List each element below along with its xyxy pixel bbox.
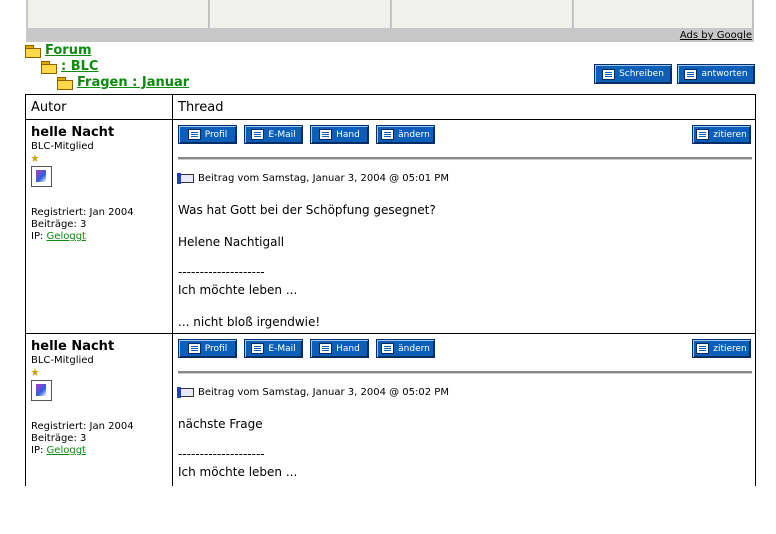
ad-slot[interactable] bbox=[28, 0, 209, 28]
quote-icon bbox=[696, 343, 710, 354]
button-label: Profil bbox=[204, 343, 228, 354]
speech-bubble-icon bbox=[684, 68, 698, 80]
zitieren-button[interactable]: zitieren bbox=[692, 125, 751, 144]
hand-button[interactable]: Hand bbox=[310, 339, 369, 358]
button-label: Schreiben bbox=[619, 69, 664, 79]
ads-by-google-link[interactable]: Ads by Google bbox=[680, 30, 752, 41]
signature-separator: -------------------- bbox=[178, 265, 265, 279]
hand-button[interactable]: Hand bbox=[310, 125, 369, 144]
quote-icon bbox=[696, 129, 710, 140]
aendern-button[interactable]: ändern bbox=[376, 125, 435, 144]
antworten-button[interactable]: antworten bbox=[677, 64, 755, 84]
ip-label: IP: bbox=[31, 445, 44, 456]
button-label: E-Mail bbox=[268, 343, 296, 354]
ad-slot[interactable] bbox=[210, 0, 391, 28]
folder-icon bbox=[41, 60, 57, 74]
schreiben-button[interactable]: Schreiben bbox=[594, 64, 672, 84]
posts-count-text: Beiträge: 3 bbox=[31, 219, 87, 230]
button-label: Profil bbox=[204, 129, 228, 140]
signature-line: Ich möchte leben ... bbox=[178, 283, 298, 297]
registered-text: Registriert: Jan 2004 bbox=[31, 207, 134, 218]
signature-line: ... nicht bloß irgendwie! bbox=[178, 315, 321, 329]
button-label: ändern bbox=[398, 129, 430, 140]
registered-text: Registriert: Jan 2004 bbox=[31, 421, 134, 432]
button-label: Hand bbox=[336, 343, 360, 354]
post-date: Beitrag vom Samstag, Januar 3, 2004 @ 05… bbox=[177, 173, 449, 184]
zitieren-button[interactable]: zitieren bbox=[692, 339, 751, 358]
post-date-text: Beitrag vom Samstag, Januar 3, 2004 @ 05… bbox=[198, 173, 449, 184]
folder-icon bbox=[57, 76, 73, 90]
signature-line: Ich möchte leben ... bbox=[178, 465, 298, 479]
ip-logged-link[interactable]: Geloggt bbox=[47, 231, 86, 242]
envelope-icon bbox=[251, 343, 265, 354]
breadcrumb-label[interactable]: Fragen : Januar bbox=[77, 75, 189, 90]
author-meta: Registriert: Jan 2004 Beiträge: 3 IP: Ge… bbox=[31, 421, 134, 457]
post-text-line: nächste Frage bbox=[178, 417, 263, 431]
ip-logged-link[interactable]: Geloggt bbox=[47, 445, 86, 456]
button-label: zitieren bbox=[713, 343, 747, 354]
pointing-hand-icon bbox=[177, 387, 194, 398]
star-icon bbox=[31, 154, 39, 162]
hand-icon bbox=[319, 129, 333, 140]
post-date-text: Beitrag vom Samstag, Januar 3, 2004 @ 05… bbox=[198, 387, 449, 398]
speech-bubble-icon bbox=[602, 68, 616, 80]
ad-slot[interactable] bbox=[574, 0, 753, 28]
breadcrumb-thread[interactable]: Fragen : Januar bbox=[57, 75, 189, 90]
avatar bbox=[31, 380, 52, 401]
divider bbox=[178, 371, 752, 374]
envelope-icon bbox=[251, 129, 265, 140]
breadcrumb-forum[interactable]: Forum bbox=[25, 43, 92, 58]
folder-icon bbox=[25, 44, 41, 58]
ip-label: IP: bbox=[31, 231, 44, 242]
post-author: helle Nacht bbox=[31, 125, 115, 140]
button-label: ändern bbox=[398, 343, 430, 354]
star-icon bbox=[31, 368, 39, 376]
signature-separator: -------------------- bbox=[178, 447, 265, 461]
button-label: zitieren bbox=[713, 129, 747, 140]
button-label: antworten bbox=[701, 69, 748, 79]
profil-button[interactable]: Profil bbox=[178, 125, 237, 144]
edit-icon bbox=[381, 129, 395, 140]
post-text-line: Helene Nachtigall bbox=[178, 235, 285, 249]
aendern-button[interactable]: ändern bbox=[376, 339, 435, 358]
edit-icon bbox=[381, 343, 395, 354]
email-button[interactable]: E-Mail bbox=[244, 339, 303, 358]
breadcrumb-label[interactable]: : BLC bbox=[61, 59, 98, 74]
button-label: E-Mail bbox=[268, 129, 296, 140]
ads-banner: Ads by Google bbox=[26, 0, 754, 42]
post-rank: BLC-Mitglied bbox=[31, 355, 94, 366]
post-rank: BLC-Mitglied bbox=[31, 141, 94, 152]
post-author: helle Nacht bbox=[31, 339, 115, 354]
post-date: Beitrag vom Samstag, Januar 3, 2004 @ 05… bbox=[177, 387, 449, 398]
profil-button[interactable]: Profil bbox=[178, 339, 237, 358]
column-header-author: Autor bbox=[31, 100, 67, 115]
email-button[interactable]: E-Mail bbox=[244, 125, 303, 144]
author-meta: Registriert: Jan 2004 Beiträge: 3 IP: Ge… bbox=[31, 207, 134, 243]
ad-slot[interactable] bbox=[392, 0, 573, 28]
posts-count-text: Beiträge: 3 bbox=[31, 433, 87, 444]
hand-icon bbox=[319, 343, 333, 354]
profile-icon bbox=[187, 129, 201, 140]
button-label: Hand bbox=[336, 129, 360, 140]
post-text-line: Was hat Gott bei der Schöpfung gesegnet? bbox=[178, 203, 436, 217]
column-header-thread: Thread bbox=[178, 100, 224, 115]
breadcrumb-label[interactable]: Forum bbox=[45, 43, 92, 58]
breadcrumb-blc[interactable]: : BLC bbox=[41, 59, 98, 74]
thread-table: Autor Thread helle Nacht BLC-Mitglied Re… bbox=[25, 94, 756, 486]
profile-icon bbox=[187, 343, 201, 354]
avatar bbox=[31, 166, 52, 187]
pointing-hand-icon bbox=[177, 173, 194, 184]
divider bbox=[178, 157, 752, 160]
